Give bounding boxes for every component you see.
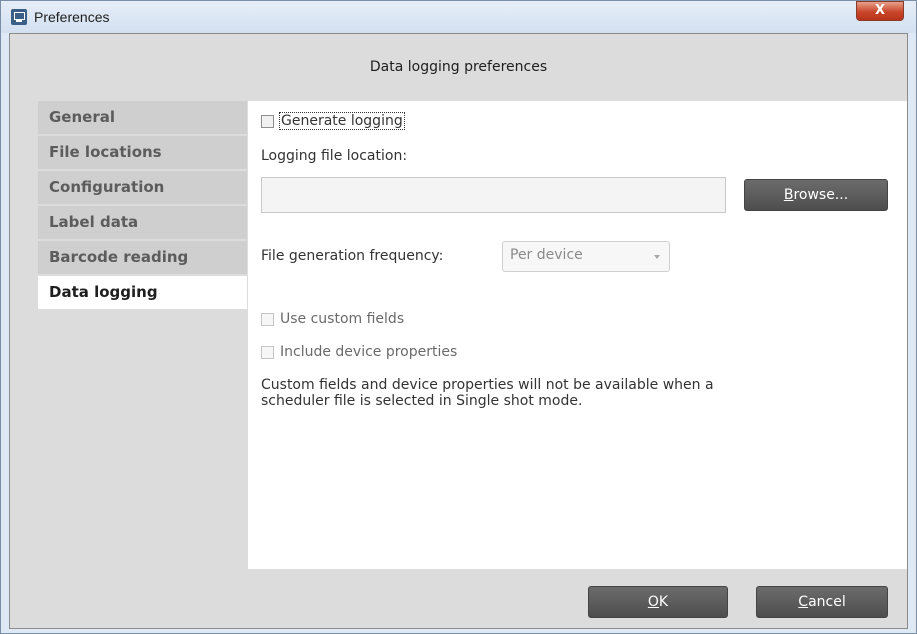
include-device-properties-checkbox[interactable] xyxy=(261,345,274,359)
sidebar-item-data-logging[interactable]: Data logging xyxy=(38,276,247,309)
dialog-body: Data logging preferences General File lo… xyxy=(9,33,908,629)
close-icon: X xyxy=(874,3,886,18)
info-note-line-1: Custom fields and device properties will… xyxy=(261,377,714,393)
frequency-label: File generation frequency: xyxy=(261,248,444,264)
frequency-value: Per device xyxy=(510,247,583,263)
app-icon xyxy=(11,9,27,25)
use-custom-fields-row[interactable]: Use custom fields xyxy=(261,311,404,327)
generate-logging-row[interactable]: Generate logging xyxy=(261,112,405,130)
include-device-properties-label: Include device properties xyxy=(280,344,458,360)
close-button[interactable]: X xyxy=(856,1,904,21)
sidebar-item-barcode-reading[interactable]: Barcode reading xyxy=(38,241,247,274)
include-device-properties-row[interactable]: Include device properties xyxy=(261,344,457,360)
page-title: Data logging preferences xyxy=(369,59,548,75)
generate-logging-checkbox[interactable] xyxy=(261,114,274,128)
sidebar-item-label-data[interactable]: Label data xyxy=(38,206,247,239)
chevron-down-icon xyxy=(654,255,660,259)
sidebar-item-general[interactable]: General xyxy=(38,101,247,134)
ok-button[interactable]: OK xyxy=(588,586,728,618)
use-custom-fields-checkbox[interactable] xyxy=(261,312,274,326)
frequency-select[interactable]: Per device xyxy=(502,241,670,272)
info-note-line-2: scheduler file is selected in Single sho… xyxy=(261,393,583,409)
use-custom-fields-label: Use custom fields xyxy=(280,311,405,327)
window-title: Preferences xyxy=(34,9,110,25)
file-location-label: Logging file location: xyxy=(261,148,408,164)
file-location-input[interactable] xyxy=(261,177,726,213)
preferences-window: Preferences X Data logging preferences G… xyxy=(0,0,917,634)
settings-panel: Generate logging Logging file location: … xyxy=(248,101,907,569)
cancel-button[interactable]: Cancel xyxy=(756,586,888,618)
sidebar-item-file-locations[interactable]: File locations xyxy=(38,136,247,169)
browse-button[interactable]: Browse... xyxy=(744,179,888,211)
sidebar-nav: General File locations Configuration Lab… xyxy=(38,101,247,311)
sidebar-item-configuration[interactable]: Configuration xyxy=(38,171,247,204)
info-note: Custom fields and device properties will… xyxy=(261,377,861,409)
generate-logging-label[interactable]: Generate logging xyxy=(279,112,405,130)
title-bar[interactable]: Preferences X xyxy=(1,1,916,33)
